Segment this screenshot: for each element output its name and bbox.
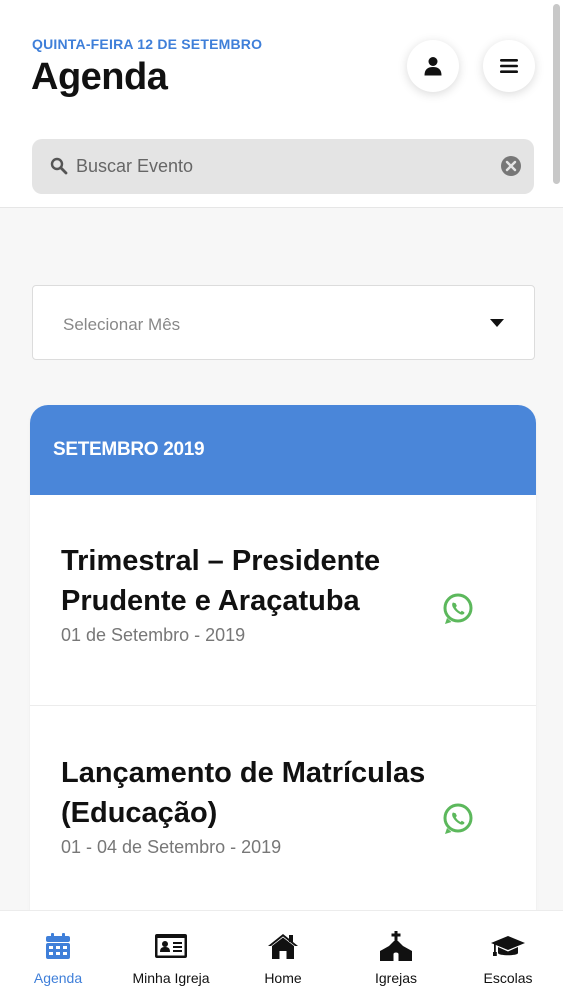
event-item[interactable]: Trimestral – Presidente Prudente e Araça…	[30, 495, 536, 706]
nav-item-home[interactable]: Home	[243, 911, 323, 1000]
clear-search-icon[interactable]	[500, 155, 522, 177]
event-title: Lançamento de Matrículas (Educação)	[61, 757, 426, 829]
nav-item-minha-igreja[interactable]: Minha Igreja	[125, 911, 217, 1000]
nav-item-igrejas[interactable]: Igrejas	[356, 911, 436, 1000]
event-date: 01 - 04 de Setembro - 2019	[61, 837, 282, 857]
user-icon	[424, 57, 442, 76]
nav-label: Agenda	[33, 970, 83, 986]
month-header-label: SETEMBRO 2019	[53, 439, 205, 460]
caret-down-icon	[490, 319, 504, 327]
nav-label: Home	[264, 970, 302, 986]
scrollbar[interactable]	[553, 4, 560, 184]
search-bar	[32, 139, 534, 194]
app-header: QUINTA-FEIRA 12 DE SETEMBRO Agenda	[0, 0, 563, 208]
calendar-icon	[46, 933, 70, 959]
church-icon	[380, 931, 412, 961]
event-item[interactable]: Lançamento de Matrículas (Educação) 01 -…	[30, 706, 536, 915]
whatsapp-icon[interactable]	[440, 801, 476, 837]
current-date: QUINTA-FEIRA 12 DE SETEMBRO	[32, 36, 263, 52]
home-icon	[268, 934, 298, 959]
whatsapp-icon[interactable]	[440, 591, 476, 627]
month-select-label: Selecionar Mês	[63, 315, 181, 334]
graduation-cap-icon	[491, 936, 525, 956]
nav-label: Igrejas	[374, 970, 418, 986]
event-title: Trimestral – Presidente Prudente e Araça…	[61, 545, 381, 617]
nav-item-escolas[interactable]: Escolas	[468, 911, 548, 1000]
month-select[interactable]: Selecionar Mês	[32, 285, 535, 360]
nav-label: Minha Igreja	[132, 970, 210, 986]
bottom-nav: Agenda Minha Igreja Home Igrejas Escolas	[0, 910, 563, 1000]
nav-label: Escolas	[483, 970, 533, 986]
hamburger-menu-icon	[500, 59, 518, 73]
event-date: 01 de Setembro - 2019	[61, 625, 246, 645]
id-card-icon	[155, 934, 187, 958]
profile-button[interactable]	[407, 40, 459, 92]
search-icon	[50, 157, 68, 175]
menu-button[interactable]	[483, 40, 535, 92]
search-input[interactable]	[76, 139, 496, 194]
page-title: Agenda	[31, 56, 168, 98]
month-header: SETEMBRO 2019	[30, 405, 536, 495]
nav-item-agenda[interactable]: Agenda	[18, 911, 98, 1000]
agenda-card: SETEMBRO 2019 Trimestral – Presidente Pr…	[30, 405, 536, 915]
